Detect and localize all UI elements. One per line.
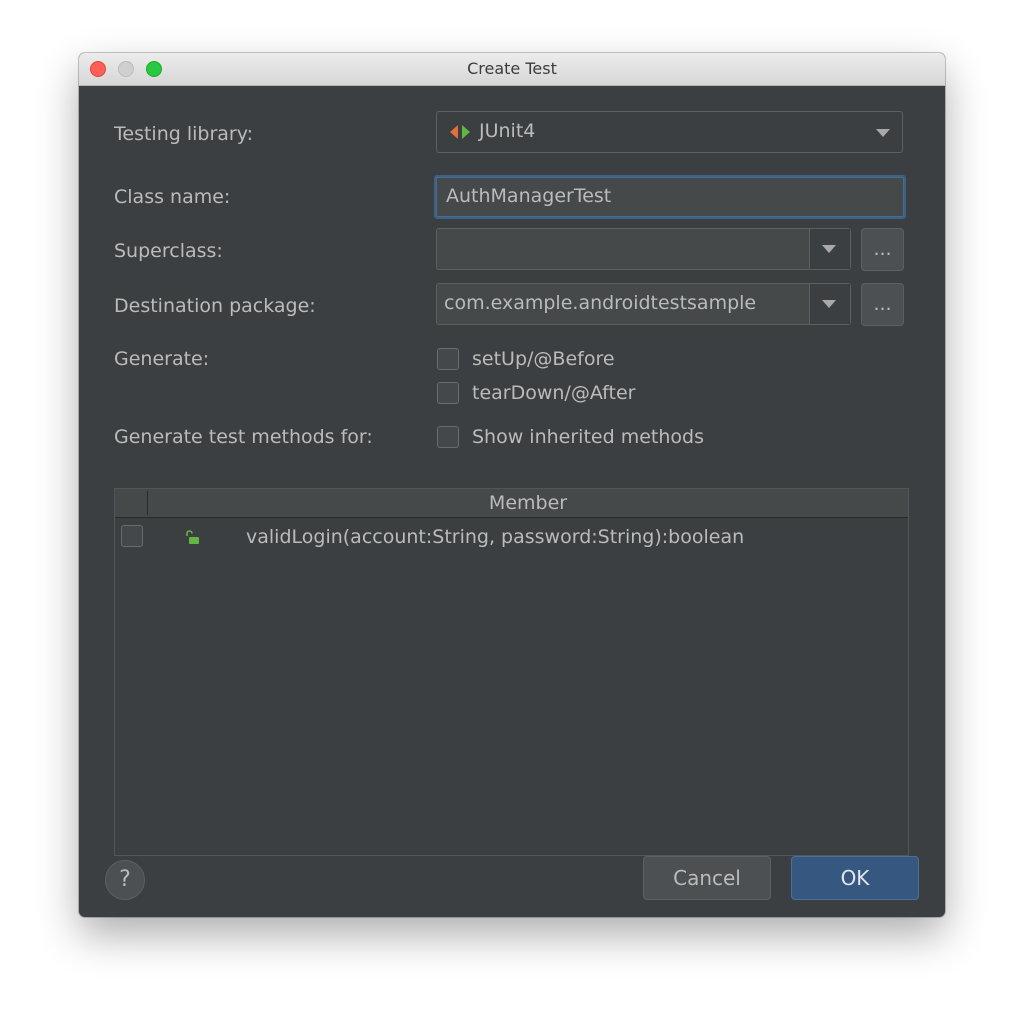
teardown-after-checkbox[interactable] — [437, 382, 459, 404]
title-bar: Create Test — [79, 53, 945, 86]
show-inherited-label[interactable]: Show inherited methods — [472, 425, 704, 449]
cancel-button[interactable]: Cancel — [643, 856, 771, 900]
dialog-content: Testing library: JUnit4 Class name: Auth… — [79, 86, 945, 917]
destination-package-browse-button[interactable]: ... — [861, 283, 904, 326]
chevron-down-icon — [822, 245, 836, 253]
member-checkbox[interactable] — [121, 525, 143, 547]
testing-library-value: JUnit4 — [479, 120, 536, 142]
destination-package-dropdown-button[interactable] — [809, 284, 850, 324]
generate-label: Generate: — [114, 348, 210, 370]
class-name-label: Class name: — [114, 186, 231, 208]
chevron-down-icon — [822, 300, 836, 308]
class-name-value: AuthManagerTest — [446, 185, 612, 207]
testing-library-label: Testing library: — [114, 123, 253, 145]
members-table: Member validLogin(account:String, passwo… — [114, 488, 909, 856]
member-column-header[interactable]: Member — [148, 489, 908, 517]
class-name-field[interactable]: AuthManagerTest — [434, 175, 906, 219]
superclass-label: Superclass: — [114, 240, 223, 262]
destination-package-combo[interactable]: com.example.androidtestsample — [436, 283, 851, 325]
superclass-combo[interactable] — [436, 228, 851, 270]
create-test-dialog: Create Test Testing library: JUnit4 Clas… — [79, 53, 945, 917]
teardown-after-label[interactable]: tearDown/@After — [472, 381, 635, 405]
setup-before-label[interactable]: setUp/@Before — [472, 347, 615, 371]
destination-package-label: Destination package: — [114, 295, 316, 317]
destination-package-value: com.example.androidtestsample — [444, 292, 757, 314]
table-header: Member — [115, 489, 908, 518]
junit-icon — [450, 125, 470, 139]
help-button[interactable]: ? — [105, 860, 145, 900]
setup-before-checkbox[interactable] — [437, 348, 459, 370]
table-row[interactable]: validLogin(account:String, password:Stri… — [115, 518, 908, 558]
superclass-dropdown-button[interactable] — [809, 229, 850, 269]
window-title: Create Test — [467, 59, 557, 78]
show-inherited-checkbox[interactable] — [437, 426, 459, 448]
superclass-browse-button[interactable]: ... — [861, 228, 904, 271]
member-signature: validLogin(account:String, password:Stri… — [246, 526, 745, 548]
chevron-down-icon — [876, 129, 890, 137]
unlocked-icon — [186, 530, 199, 544]
ok-button[interactable]: OK — [791, 856, 919, 900]
testing-library-dropdown[interactable]: JUnit4 — [436, 111, 903, 153]
generate-methods-label: Generate test methods for: — [114, 426, 373, 448]
